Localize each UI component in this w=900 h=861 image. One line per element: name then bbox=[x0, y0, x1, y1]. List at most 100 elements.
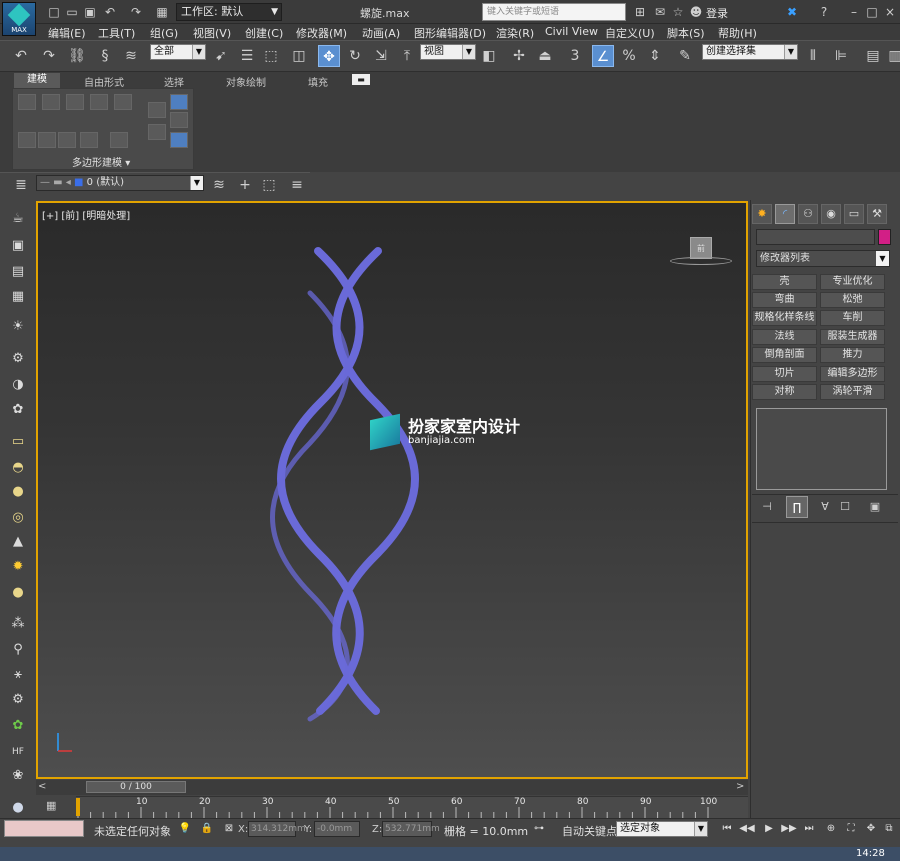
menu-rendering[interactable]: 渲染(R) bbox=[496, 25, 534, 41]
modifier-shell-button[interactable]: 壳 bbox=[752, 274, 817, 290]
ribbon-tab-freeform[interactable]: 自由形式 bbox=[84, 74, 124, 89]
mirror-icon[interactable]: ⫴ bbox=[802, 45, 824, 67]
hierarchy-tab-icon[interactable]: ⚇ bbox=[798, 204, 818, 224]
camera-icon[interactable]: ⚙ bbox=[8, 349, 28, 369]
redo-icon[interactable]: ↷ bbox=[38, 45, 60, 67]
layer-manager-icon[interactable]: ≣ bbox=[10, 174, 32, 196]
undo-icon[interactable]: ↶ bbox=[102, 4, 118, 20]
select-and-scale-icon[interactable]: ⇲ bbox=[370, 45, 392, 67]
app-menu-button[interactable]: MAX bbox=[2, 2, 36, 36]
render-setup-icon[interactable]: ▦ bbox=[8, 287, 28, 307]
go-to-start-icon[interactable]: ⏮ bbox=[718, 821, 736, 837]
layer-explorer-icon[interactable]: ▤ bbox=[862, 45, 884, 67]
viewport-front[interactable]: [+] [前] [明暗处理] 前 扮家家室内设计 banjiajia.com bbox=[36, 201, 748, 779]
foliage-icon[interactable]: ✿ bbox=[8, 716, 28, 736]
modifier-cloth-generator-button[interactable]: 服装生成器 bbox=[820, 329, 885, 345]
use-displacement-icon[interactable] bbox=[110, 132, 128, 148]
soft-selection-icon[interactable] bbox=[170, 94, 188, 110]
modify-mode-icon[interactable] bbox=[18, 132, 36, 148]
open-file-icon[interactable]: ▭ bbox=[64, 4, 80, 20]
maxscript-listener[interactable] bbox=[4, 820, 84, 837]
menu-help[interactable]: 帮助(H) bbox=[718, 25, 757, 41]
sphere-primitive-icon[interactable]: ● bbox=[8, 583, 28, 603]
pivot-center-icon[interactable]: ◧ bbox=[478, 45, 500, 67]
edit-named-selection-icon[interactable]: ✎ bbox=[674, 45, 696, 67]
modifier-symmetry-button[interactable]: 对称 bbox=[752, 384, 817, 400]
sphere-icon[interactable]: ● bbox=[8, 482, 28, 502]
light-icon[interactable]: ☀ bbox=[8, 317, 28, 337]
maximize-icon[interactable]: □ bbox=[864, 4, 880, 20]
favorites-star-icon[interactable]: ☆ bbox=[670, 4, 686, 20]
menu-group[interactable]: 组(G) bbox=[150, 25, 178, 41]
configure-modifier-sets-icon[interactable]: ▣ bbox=[864, 496, 886, 518]
bones-icon[interactable]: ⚲ bbox=[8, 640, 28, 660]
torus-icon[interactable]: ◎ bbox=[8, 508, 28, 528]
object-color-swatch[interactable] bbox=[878, 229, 891, 245]
reference-coordinate-dropdown[interactable]: 视图 ▼ bbox=[420, 44, 476, 60]
make-unique-icon[interactable]: ∀ bbox=[814, 496, 836, 518]
ribbon-tab-populate[interactable]: 填充 bbox=[308, 74, 328, 89]
next-frame-icon[interactable]: > bbox=[736, 781, 744, 792]
named-selection-dropdown[interactable]: 创建选择集 ▼ bbox=[702, 44, 798, 60]
modifier-edit-poly-button[interactable]: 编辑多边形 bbox=[820, 366, 885, 382]
element-mode-icon[interactable] bbox=[114, 94, 132, 110]
material-sphere-icon[interactable]: ● bbox=[8, 798, 28, 818]
ribbon-tab-selection[interactable]: 选择 bbox=[164, 74, 184, 89]
modifier-turbosmooth-button[interactable]: 涡轮平滑 bbox=[820, 384, 885, 400]
modifier-normal-button[interactable]: 法线 bbox=[752, 329, 817, 345]
menu-animation[interactable]: 动画(A) bbox=[362, 25, 400, 41]
collapse-stack-icon[interactable] bbox=[38, 132, 56, 148]
x-coord-field[interactable]: 314.312mm bbox=[248, 821, 306, 837]
menu-customize[interactable]: 自定义(U) bbox=[605, 25, 655, 41]
new-file-icon[interactable]: □ bbox=[46, 4, 62, 20]
y-coord-field[interactable]: -0.0mm bbox=[314, 821, 360, 837]
zoom-extents-icon[interactable]: ⛶ bbox=[842, 821, 860, 837]
quickslice-icon[interactable] bbox=[170, 112, 188, 128]
ribbon-tab-object-paint[interactable]: 对象绘制 bbox=[226, 74, 266, 89]
percent-snap-icon[interactable]: % bbox=[618, 45, 640, 67]
show-end-result-icon[interactable] bbox=[58, 132, 76, 148]
select-and-move-icon[interactable]: ✥ bbox=[318, 45, 340, 67]
auto-key-button[interactable]: 自动关键点 bbox=[562, 823, 617, 839]
gear-icon[interactable]: ⚙ bbox=[8, 690, 28, 710]
modifier-prooptimizer-button[interactable]: 专业优化 bbox=[820, 274, 885, 290]
select-and-manipulate-icon[interactable]: ✢ bbox=[508, 45, 530, 67]
repeat-last-icon[interactable] bbox=[148, 124, 166, 140]
select-and-rotate-icon[interactable]: ↻ bbox=[344, 45, 366, 67]
menu-graph-editors[interactable]: 图形编辑器(D) bbox=[414, 25, 486, 41]
modifier-lathe-button[interactable]: 车削 bbox=[820, 310, 885, 326]
modifier-stack-list[interactable] bbox=[756, 408, 887, 490]
modifier-slice-button[interactable]: 切片 bbox=[752, 366, 817, 382]
select-by-name-icon[interactable]: ☰ bbox=[236, 45, 258, 67]
helix-object[interactable] bbox=[38, 203, 746, 777]
keyboard-shortcut-override-icon[interactable]: ⏏ bbox=[534, 45, 556, 67]
menu-edit[interactable]: 编辑(E) bbox=[48, 25, 86, 41]
isolate-selection-icon[interactable]: 💡 bbox=[176, 821, 194, 837]
menu-modifiers[interactable]: 修改器(M) bbox=[296, 25, 347, 41]
current-layer-dropdown[interactable]: — ▬ ◂ ■ 0 (默认) ▼ bbox=[36, 175, 204, 191]
render-frame-icon[interactable]: ▣ bbox=[8, 236, 28, 256]
undo-icon[interactable]: ↶ bbox=[10, 45, 32, 67]
time-slider[interactable]: < 0 / 100 > bbox=[36, 780, 748, 795]
ribbon-tab-modeling[interactable]: 建模 bbox=[14, 73, 60, 88]
cone-icon[interactable]: ▲ bbox=[8, 532, 28, 552]
z-coord-field[interactable]: 532.771mm bbox=[382, 821, 440, 837]
modifier-list-dropdown[interactable]: 修改器列表 ▼ bbox=[756, 250, 890, 267]
exchange-icon[interactable]: ✖ bbox=[784, 4, 800, 20]
user-icon[interactable]: ☻ bbox=[688, 4, 704, 20]
hemisphere-icon[interactable]: ◓ bbox=[8, 458, 28, 478]
sun-icon[interactable]: ✹ bbox=[8, 557, 28, 577]
hair-fur-icon[interactable]: HF bbox=[8, 742, 28, 762]
scene-explorer-icon[interactable]: ▥ bbox=[884, 45, 900, 67]
snaps-toggle-icon[interactable]: 3 bbox=[564, 45, 586, 67]
edge-mode-icon[interactable] bbox=[42, 94, 60, 110]
sphere-half-icon[interactable]: ◑ bbox=[8, 375, 28, 395]
polygon-mode-icon[interactable] bbox=[90, 94, 108, 110]
help-icon[interactable]: ? bbox=[816, 4, 832, 20]
modify-tab-icon[interactable]: ◜ bbox=[775, 204, 795, 224]
next-frame-icon[interactable]: ▶▶ bbox=[780, 821, 798, 837]
ribbon-display-toggle-icon[interactable]: ▬ bbox=[352, 74, 370, 85]
modifier-push-button[interactable]: 推力 bbox=[820, 347, 885, 363]
login-link[interactable]: 登录 bbox=[706, 5, 728, 21]
display-tab-icon[interactable]: ▭ bbox=[844, 204, 864, 224]
